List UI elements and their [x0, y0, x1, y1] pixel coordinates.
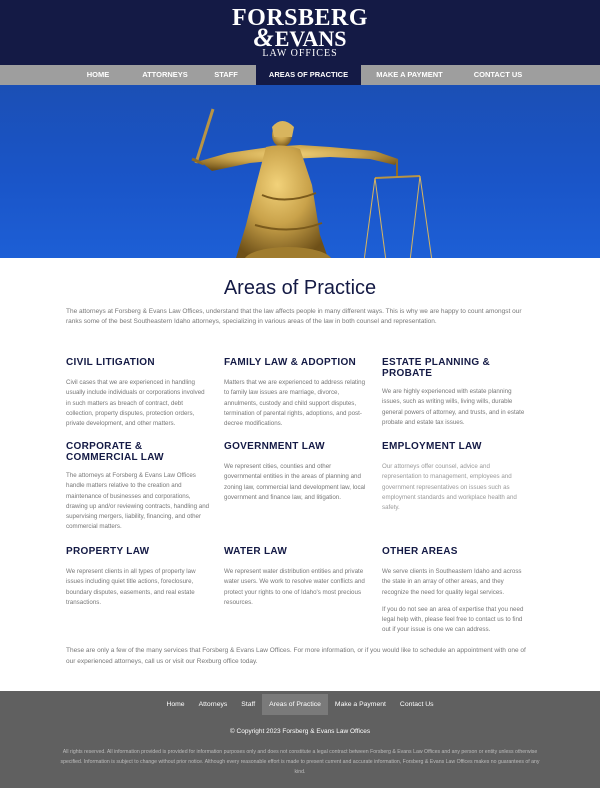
sword-shape — [191, 108, 215, 166]
area-government-law: GOVERNMENT LAW We represent cities, coun… — [224, 441, 382, 546]
legal-disclaimer: All rights reserved. All information pro… — [60, 749, 540, 775]
area-employment-law: EMPLOYMENT LAW Our attorneys offer couns… — [382, 441, 540, 546]
area-description: Matters that we are experienced to addre… — [224, 379, 366, 428]
footer-nav-home[interactable]: Home — [159, 694, 191, 715]
footer-nav: Home Attorneys Staff Areas of Practice M… — [0, 694, 600, 715]
area-civil-litigation: CIVIL LITIGATION Civil cases that we are… — [66, 357, 224, 441]
practice-areas-grid: CIVIL LITIGATION Civil cases that we are… — [66, 357, 534, 646]
area-title: CIVIL LITIGATION — [66, 357, 155, 368]
page-title: Areas of Practice — [223, 277, 377, 299]
footer-nav-staff[interactable]: Staff — [234, 694, 262, 715]
footer-nav-areas-of-practice[interactable]: Areas of Practice — [262, 694, 328, 715]
area-description: We represent water distribution entities… — [224, 568, 365, 606]
area-title: GOVERNMENT LAW — [224, 441, 325, 452]
main-nav: HOME ATTORNEYS STAFF AREAS OF PRACTICE M… — [0, 65, 600, 85]
main-content: Areas of Practice The attorneys at Forsb… — [0, 276, 600, 667]
nav-home[interactable]: HOME — [62, 65, 134, 85]
area-title: OTHER AREAS — [382, 546, 458, 557]
nav-make-a-payment[interactable]: MAKE A PAYMENT — [361, 65, 458, 85]
area-description: We are highly experienced with estate pl… — [382, 388, 525, 426]
site-header: FORSBERG &EVANS LAW OFFICES — [0, 0, 600, 65]
scales-shape — [363, 159, 433, 258]
area-description: We serve clients in Southeastern Idaho a… — [382, 568, 522, 596]
area-description-2: If you do not see an area of expertise t… — [382, 605, 524, 634]
area-description: The attorneys at Forsberg & Evans Law Of… — [66, 472, 210, 531]
area-description: We represent cities, counties and other … — [224, 463, 366, 501]
area-property-law: PROPERTY LAW We represent clients in all… — [66, 546, 224, 646]
footer-nav-contact-us[interactable]: Contact Us — [393, 694, 441, 715]
area-estate-planning: ESTATE PLANNING & PROBATE We are highly … — [382, 357, 540, 441]
area-title: EMPLOYMENT LAW — [382, 441, 482, 452]
outro-paragraph: These are only a few of the many service… — [66, 647, 526, 665]
area-family-law: FAMILY LAW & ADOPTION Matters that we ar… — [224, 357, 382, 441]
area-title: ESTATE PLANNING & PROBATE — [382, 357, 491, 379]
intro-paragraph: The attorneys at Forsberg & Evans Law Of… — [66, 308, 522, 325]
area-description: We represent clients in all types of pro… — [66, 568, 196, 606]
footer-nav-attorneys[interactable]: Attorneys — [192, 694, 235, 715]
footer-nav-make-a-payment[interactable]: Make a Payment — [328, 694, 393, 715]
area-water-law: WATER LAW We represent water distributio… — [224, 546, 382, 646]
area-title: FAMILY LAW & ADOPTION — [224, 357, 357, 368]
copyright-text: © Copyright 2023 Forsberg & Evans Law Of… — [229, 728, 371, 735]
area-title: CORPORATE & COMMERCIAL LAW — [66, 441, 164, 463]
area-other-areas: OTHER AREAS We serve clients in Southeas… — [382, 546, 540, 646]
nav-contact-us[interactable]: CONTACT US — [458, 65, 538, 85]
logo-line-2: &EVANS — [0, 25, 600, 51]
area-title: WATER LAW — [224, 546, 288, 557]
area-description: Civil cases that we are experienced in h… — [66, 379, 205, 428]
hero-banner — [0, 85, 600, 258]
nav-areas-of-practice[interactable]: AREAS OF PRACTICE — [256, 65, 361, 85]
logo-line-3: LAW OFFICES — [262, 48, 338, 59]
area-description: Our attorneys offer counsel, advice and … — [382, 463, 517, 512]
area-corporate-commercial: CORPORATE & COMMERCIAL LAW The attorneys… — [66, 441, 224, 546]
area-title: PROPERTY LAW — [66, 546, 150, 557]
lady-justice-statue-image — [191, 108, 433, 258]
nav-attorneys[interactable]: ATTORNEYS — [134, 65, 196, 85]
site-logo[interactable]: FORSBERG &EVANS LAW OFFICES — [0, 6, 600, 60]
nav-staff[interactable]: STAFF — [196, 65, 256, 85]
site-footer: Home Attorneys Staff Areas of Practice M… — [0, 691, 600, 788]
